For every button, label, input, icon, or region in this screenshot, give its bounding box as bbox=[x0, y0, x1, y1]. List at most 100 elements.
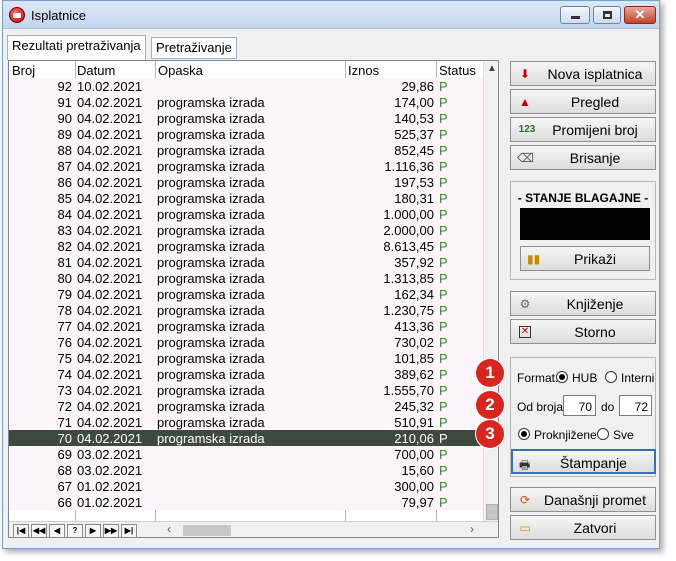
first-record-icon[interactable]: |◀ bbox=[13, 524, 29, 537]
table-row[interactable]: 71 04.02.2021 programska izrada 510,91 P bbox=[9, 414, 483, 430]
promijeni-broj-button[interactable]: 123 Promijeni broj bbox=[510, 117, 656, 142]
cell-iznos: 1.230,75 bbox=[383, 303, 434, 318]
table-row[interactable]: 72 04.02.2021 programska izrada 245,32 P bbox=[9, 398, 483, 414]
pregled-button[interactable]: ▲ Pregled bbox=[510, 89, 656, 114]
table-row[interactable]: 85 04.02.2021 programska izrada 180,31 P bbox=[9, 190, 483, 206]
next-page-icon[interactable]: ▶▶ bbox=[103, 524, 119, 537]
column-header-datum[interactable]: Datum bbox=[77, 63, 115, 78]
table-row[interactable]: 81 04.02.2021 programska izrada 357,92 P bbox=[9, 254, 483, 270]
table-row[interactable]: 74 04.02.2021 programska izrada 389,62 P bbox=[9, 366, 483, 382]
table-row-selected[interactable]: 70 04.02.2021 programska izrada 210,06 P bbox=[9, 430, 483, 446]
cell-datum: 04.02.2021 bbox=[77, 175, 143, 190]
table-row[interactable]: 84 04.02.2021 programska izrada 1.000,00 P bbox=[9, 206, 483, 222]
cell-datum: 04.02.2021 bbox=[77, 143, 143, 158]
table-row[interactable]: 77 04.02.2021 programska izrada 413,36 P bbox=[9, 318, 483, 334]
proknjizene-label: Proknjižene bbox=[534, 428, 597, 442]
horizontal-scroll-thumb[interactable] bbox=[183, 525, 231, 536]
title-bar[interactable]: Isplatnice ✕ bbox=[3, 1, 659, 29]
sve-radio[interactable] bbox=[597, 428, 609, 440]
cell-status: P bbox=[439, 319, 448, 334]
zatvori-button[interactable]: ▭ Zatvori bbox=[510, 515, 656, 540]
table-row[interactable]: 76 04.02.2021 programska izrada 730,02 P bbox=[9, 334, 483, 350]
cell-opaska: programska izrada bbox=[157, 399, 265, 414]
maximize-button[interactable] bbox=[593, 6, 621, 24]
format-interni-radio[interactable] bbox=[605, 371, 617, 383]
grid-header: Broj Datum Opaska Iznos Status bbox=[9, 61, 483, 79]
table-row[interactable]: 78 04.02.2021 programska izrada 1.230,75 P bbox=[9, 302, 483, 318]
vertical-scrollbar[interactable]: ▲ bbox=[483, 61, 498, 521]
do-broja-input[interactable] bbox=[619, 395, 652, 416]
scroll-left-icon[interactable]: ‹ bbox=[167, 522, 171, 536]
table-row[interactable]: 86 04.02.2021 programska izrada 197,53 P bbox=[9, 174, 483, 190]
table-row[interactable]: 82 04.02.2021 programska izrada 8.613,45 P bbox=[9, 238, 483, 254]
prev-page-icon[interactable]: ◀◀ bbox=[31, 524, 47, 537]
results-grid[interactable]: Broj Datum Opaska Iznos Status 92 10.02.2… bbox=[8, 60, 499, 538]
cell-status: P bbox=[439, 383, 448, 398]
prev-record-icon[interactable]: ◀ bbox=[49, 524, 65, 537]
cell-datum: 01.02.2021 bbox=[77, 495, 143, 510]
cell-broj: 84 bbox=[57, 207, 72, 222]
cell-iznos: 413,36 bbox=[394, 319, 434, 334]
cell-status: P bbox=[439, 159, 448, 174]
table-row[interactable]: 73 04.02.2021 programska izrada 1.555,70 P bbox=[9, 382, 483, 398]
format-hub-radio[interactable] bbox=[556, 371, 568, 383]
nova-isplatnica-button[interactable]: ⬇ Nova isplatnica bbox=[510, 61, 656, 86]
cell-status: P bbox=[439, 271, 448, 286]
prikazi-button[interactable]: ▮▮ Prikaži bbox=[520, 246, 650, 271]
knjizenje-button[interactable]: ⚙ Knjiženje bbox=[510, 291, 656, 316]
cell-iznos: 730,02 bbox=[394, 335, 434, 350]
cell-broj: 89 bbox=[57, 127, 72, 142]
column-header-opaska[interactable]: Opaska bbox=[158, 63, 203, 78]
scroll-thumb[interactable] bbox=[486, 504, 498, 520]
tab-rezultati-pretrazivanja[interactable]: Rezultati pretraživanja bbox=[7, 35, 146, 60]
format-interni-label: Interni bbox=[621, 371, 655, 385]
sve-label: Sve bbox=[613, 428, 634, 442]
table-row[interactable]: 89 04.02.2021 programska izrada 525,37 P bbox=[9, 126, 483, 142]
danasnji-promet-button[interactable]: ⟳ Današnji promet bbox=[510, 487, 656, 512]
scroll-right-icon[interactable]: › bbox=[470, 522, 474, 536]
column-header-broj[interactable]: Broj bbox=[12, 63, 35, 78]
maximize-icon bbox=[603, 11, 612, 19]
cell-datum: 04.02.2021 bbox=[77, 303, 143, 318]
table-row[interactable]: 67 01.02.2021 300,00 P bbox=[9, 478, 483, 494]
table-row[interactable]: 87 04.02.2021 programska izrada 1.116,36 P bbox=[9, 158, 483, 174]
close-button[interactable]: ✕ bbox=[624, 6, 656, 24]
format-hub-label: HUB bbox=[572, 371, 598, 385]
cell-broj: 92 bbox=[57, 79, 72, 94]
cell-broj: 74 bbox=[57, 367, 72, 382]
table-row[interactable]: 91 04.02.2021 programska izrada 174,00 P bbox=[9, 94, 483, 110]
last-record-icon[interactable]: ▶| bbox=[121, 524, 137, 537]
stanje-blagajne-panel: - STANJE BLAGAJNE - ▮▮ Prikaži bbox=[510, 181, 656, 280]
minimize-button[interactable] bbox=[560, 6, 590, 24]
storno-button[interactable]: ✕ Storno bbox=[510, 319, 656, 344]
close-icon: ✕ bbox=[634, 7, 646, 22]
table-row[interactable]: 68 03.02.2021 15,60 P bbox=[9, 462, 483, 478]
cell-status: P bbox=[439, 367, 448, 382]
table-row[interactable]: 83 04.02.2021 programska izrada 2.000,00 P bbox=[9, 222, 483, 238]
column-header-iznos[interactable]: Iznos bbox=[348, 63, 379, 78]
123-icon: 123 bbox=[518, 124, 536, 135]
cancel-box-icon: ✕ bbox=[519, 326, 531, 338]
proknjizene-radio[interactable] bbox=[518, 428, 530, 440]
table-row[interactable]: 80 04.02.2021 programska izrada 1.313,85 P bbox=[9, 270, 483, 286]
table-row[interactable]: 79 04.02.2021 programska izrada 162,34 P bbox=[9, 286, 483, 302]
brisanje-button[interactable]: ⌫ Brisanje bbox=[510, 145, 656, 170]
od-broja-input[interactable] bbox=[563, 395, 596, 416]
table-row[interactable]: 92 10.02.2021 29,86 P bbox=[9, 78, 483, 94]
cell-datum: 04.02.2021 bbox=[77, 111, 143, 126]
cell-datum: 10.02.2021 bbox=[77, 79, 143, 94]
search-record-icon[interactable]: ? bbox=[67, 524, 83, 537]
table-row[interactable]: 88 04.02.2021 programska izrada 852,45 P bbox=[9, 142, 483, 158]
table-row[interactable]: 75 04.02.2021 programska izrada 101,85 P bbox=[9, 350, 483, 366]
cell-broj: 79 bbox=[57, 287, 72, 302]
minimize-icon bbox=[571, 16, 580, 19]
tab-pretrazivanje[interactable]: Pretraživanje bbox=[151, 37, 237, 59]
table-row[interactable]: 90 04.02.2021 programska izrada 140,53 P bbox=[9, 110, 483, 126]
cell-status: P bbox=[439, 399, 448, 414]
stampanje-button[interactable]: 🖶 Štampanje bbox=[511, 449, 656, 474]
column-header-status[interactable]: Status bbox=[439, 63, 476, 78]
table-row[interactable]: 69 03.02.2021 700,00 P bbox=[9, 446, 483, 462]
table-row[interactable]: 66 01.02.2021 79,97 P bbox=[9, 494, 483, 510]
scroll-up-icon[interactable]: ▲ bbox=[487, 63, 497, 74]
next-record-icon[interactable]: ▶ bbox=[85, 524, 101, 537]
